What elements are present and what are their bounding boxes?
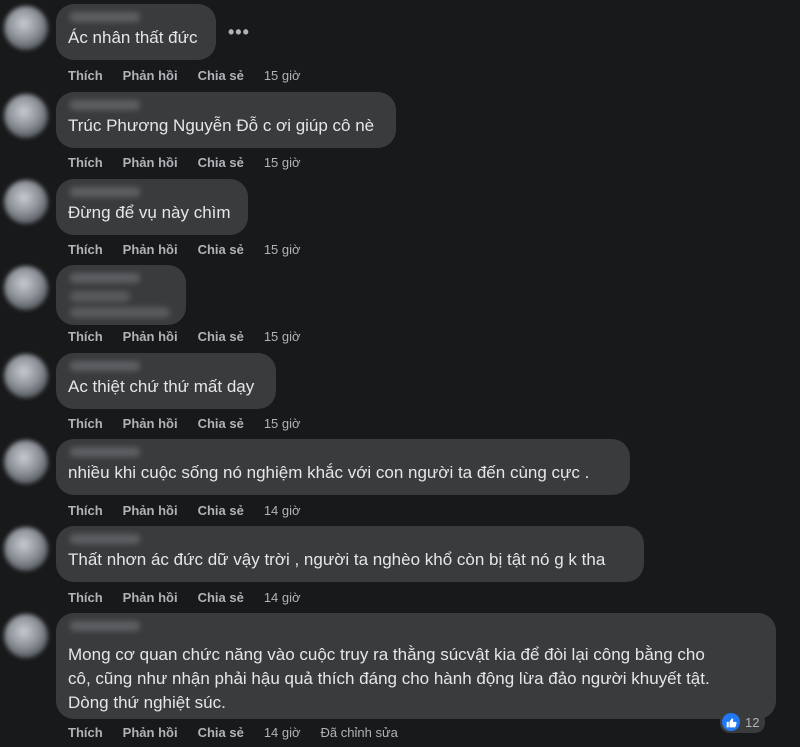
comment-bubble: Thất nhơn ác đức dữ vậy trời , người ta … [56,526,644,582]
share-button[interactable]: Chia sẻ [198,725,244,740]
avatar[interactable] [4,527,48,571]
comment-text-blurred [70,291,130,302]
comment-text: Ác nhân thất đức [68,28,198,47]
like-button[interactable]: Thích [68,725,103,740]
comment-actions: Thích Phản hồi Chia sẻ 14 giờ [68,590,321,605]
share-button[interactable]: Chia sẻ [198,503,244,518]
reply-button[interactable]: Phản hồi [123,503,178,518]
comment-actions: Thích Phản hồi Chia sẻ 14 giờ [68,503,321,518]
comment-actions: Thích Phản hồi Chia sẻ 14 giờ Đã chỉnh s… [68,725,418,740]
avatar[interactable] [4,354,48,398]
share-button[interactable]: Chia sẻ [198,242,244,257]
like-button[interactable]: Thích [68,68,103,83]
comment-text-blurred [70,307,170,318]
comment-text: nhiều khi cuộc sống nó nghiệm khắc với c… [68,463,590,482]
comment-text: Ac thiệt chứ thứ mất dạy [68,377,255,396]
reply-button[interactable]: Phản hồi [123,416,178,431]
author-name-blurred[interactable] [70,361,140,371]
comment-actions: Thích Phản hồi Chia sẻ 15 giờ [68,416,321,431]
timestamp[interactable]: 15 giờ [264,329,301,344]
share-button[interactable]: Chia sẻ [198,416,244,431]
author-name-blurred[interactable] [70,12,140,22]
author-name-blurred[interactable] [70,187,140,197]
comment-text: Đừng để vụ này chìm [68,203,231,222]
avatar[interactable] [4,6,48,50]
comment-text: Mong cơ quan chức năng vào cuộc truy ra … [68,645,710,712]
like-button[interactable]: Thích [68,242,103,257]
avatar[interactable] [4,94,48,138]
comment-bubble: Ác nhân thất đức [56,4,216,60]
reply-button[interactable]: Phản hồi [123,155,178,170]
comment-actions: Thích Phản hồi Chia sẻ 15 giờ [68,68,321,83]
like-button[interactable]: Thích [68,155,103,170]
avatar[interactable] [4,440,48,484]
reply-button[interactable]: Phản hồi [123,590,178,605]
reply-button[interactable]: Phản hồi [123,242,178,257]
edited-label: Đã chỉnh sửa [320,725,398,740]
author-name-blurred[interactable] [70,447,140,457]
author-name-blurred[interactable] [70,534,140,544]
like-button[interactable]: Thích [68,503,103,518]
timestamp[interactable]: 15 giờ [264,68,301,83]
reaction-summary[interactable]: 12 [720,711,766,733]
comment-actions: Thích Phản hồi Chia sẻ 15 giờ [68,242,321,257]
timestamp[interactable]: 14 giờ [264,503,301,518]
comment-actions: Thích Phản hồi Chia sẻ 15 giờ [68,155,321,170]
timestamp[interactable]: 15 giờ [264,416,301,431]
author-name-blurred[interactable] [70,273,140,283]
share-button[interactable]: Chia sẻ [198,329,244,344]
avatar[interactable] [4,614,48,658]
comment-bubble [56,265,186,325]
author-name-blurred[interactable] [70,100,140,110]
comment-text: Thất nhơn ác đức dữ vậy trời , người ta … [68,550,606,569]
comment-bubble: Mong cơ quan chức năng vào cuộc truy ra … [56,613,776,719]
comment-bubble: Trúc Phương Nguyễn Đỗ c ơi giúp cô nè [56,92,396,148]
avatar[interactable] [4,180,48,224]
more-options-icon[interactable]: ••• [228,22,250,43]
comment-bubble: Đừng để vụ này chìm [56,179,248,235]
like-button[interactable]: Thích [68,416,103,431]
like-button[interactable]: Thích [68,329,103,344]
like-icon [722,713,740,731]
reaction-count: 12 [745,714,760,730]
share-button[interactable]: Chia sẻ [198,155,244,170]
timestamp[interactable]: 15 giờ [264,155,301,170]
reply-button[interactable]: Phản hồi [123,68,178,83]
timestamp[interactable]: 14 giờ [264,725,301,740]
share-button[interactable]: Chia sẻ [198,68,244,83]
timestamp[interactable]: 14 giờ [264,590,301,605]
comment-bubble: nhiều khi cuộc sống nó nghiệm khắc với c… [56,439,630,495]
author-name-blurred[interactable] [70,621,140,631]
comment-bubble: Ac thiệt chứ thứ mất dạy [56,353,276,409]
avatar[interactable] [4,266,48,310]
comment-actions: Thích Phản hồi Chia sẻ 15 giờ [68,329,321,344]
like-button[interactable]: Thích [68,590,103,605]
comment-text: Trúc Phương Nguyễn Đỗ c ơi giúp cô nè [68,116,375,135]
reply-button[interactable]: Phản hồi [123,329,178,344]
share-button[interactable]: Chia sẻ [198,590,244,605]
reply-button[interactable]: Phản hồi [123,725,178,740]
timestamp[interactable]: 15 giờ [264,242,301,257]
